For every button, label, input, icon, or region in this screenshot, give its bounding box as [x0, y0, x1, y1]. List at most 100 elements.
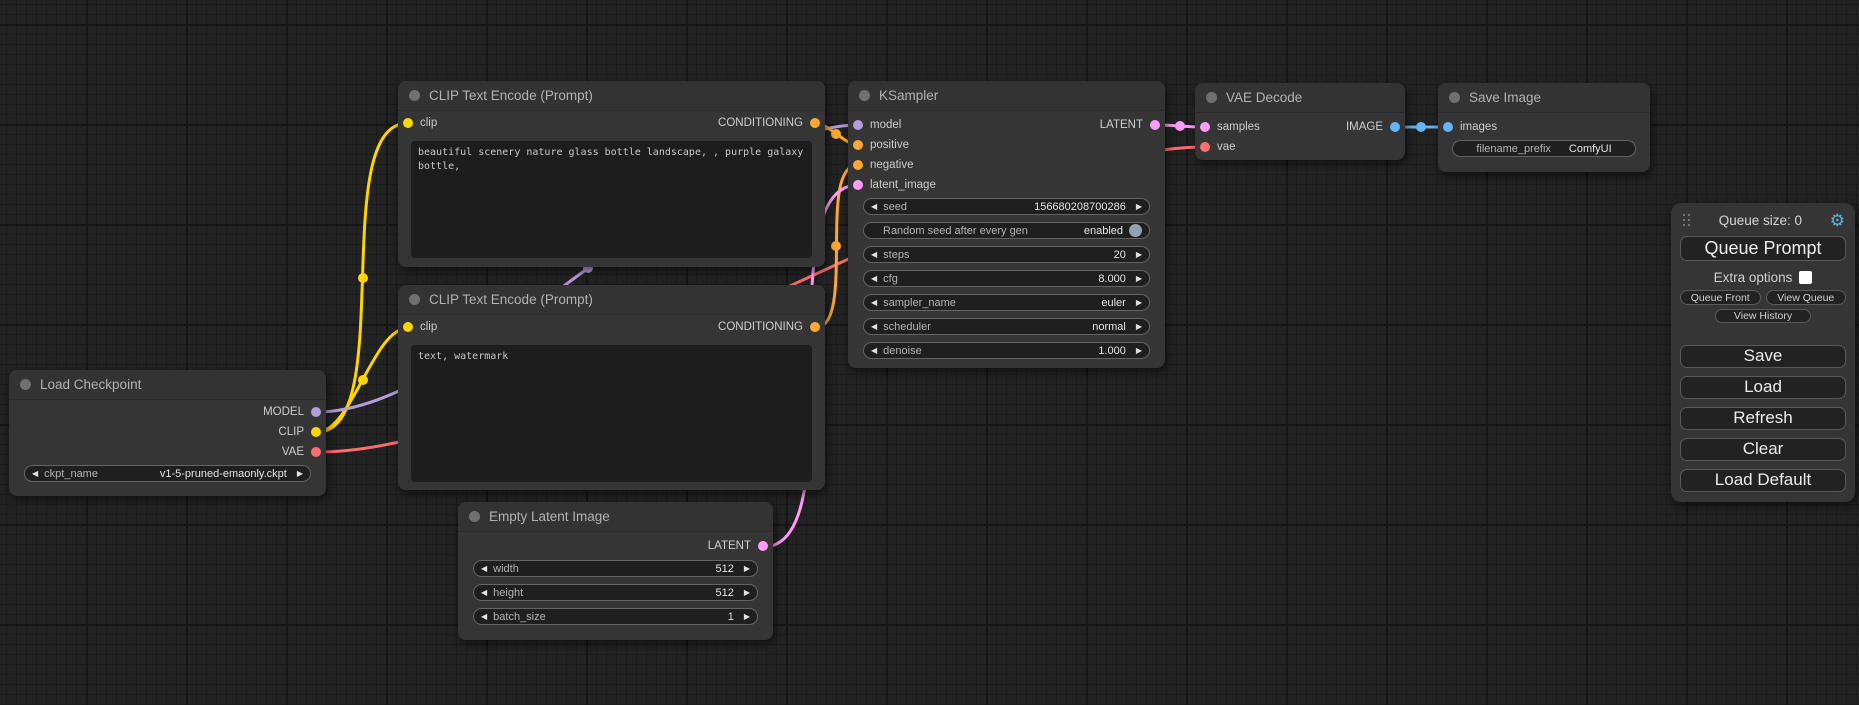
- stepper-right-icon[interactable]: ▶: [1136, 323, 1142, 331]
- node-titlebar[interactable]: CLIP Text Encode (Prompt): [398, 285, 825, 315]
- positive-input-port[interactable]: [853, 140, 863, 150]
- cfg-widget[interactable]: ◀ cfg 8.000 ▶: [863, 270, 1150, 287]
- positive-prompt-textarea[interactable]: beautiful scenery nature glass bottle la…: [411, 141, 812, 258]
- input-label-model: model: [870, 119, 901, 131]
- widget-label: cfg: [883, 273, 898, 285]
- settings-gear-icon[interactable]: ⚙: [1830, 212, 1845, 229]
- model-output-port[interactable]: [311, 407, 321, 417]
- node-vae-decode[interactable]: VAE Decode samples IMAGE vae: [1195, 83, 1405, 160]
- negative-prompt-textarea[interactable]: text, watermark: [411, 345, 812, 482]
- node-collapse-dot-icon[interactable]: [1449, 92, 1460, 103]
- stepper-left-icon[interactable]: ◀: [871, 299, 877, 307]
- vae-output-port[interactable]: [311, 447, 321, 457]
- clip-input-port[interactable]: [403, 118, 413, 128]
- stepper-left-icon[interactable]: ◀: [481, 565, 487, 573]
- widget-label: height: [493, 587, 523, 599]
- ckpt-name-widget[interactable]: ◀ ckpt_name v1-5-pruned-emaonly.ckpt ▶: [24, 465, 311, 482]
- stepper-right-icon[interactable]: ▶: [1136, 347, 1142, 355]
- stepper-left-icon[interactable]: ◀: [481, 589, 487, 597]
- link-midpoint-dot: [831, 241, 841, 251]
- images-input-port[interactable]: [1443, 122, 1453, 132]
- stepper-right-icon[interactable]: ▶: [1136, 275, 1142, 283]
- stepper-right-icon[interactable]: ▶: [744, 565, 750, 573]
- batch-size-widget[interactable]: ◀ batch_size 1 ▶: [473, 608, 758, 625]
- queue-prompt-button[interactable]: Queue Prompt: [1680, 236, 1846, 261]
- stepper-right-icon[interactable]: ▶: [744, 613, 750, 621]
- node-clip-text-encode-negative[interactable]: CLIP Text Encode (Prompt) clip CONDITION…: [398, 285, 825, 490]
- stepper-right-icon[interactable]: ▶: [1136, 203, 1142, 211]
- node-titlebar[interactable]: KSampler: [848, 81, 1165, 111]
- stepper-left-icon[interactable]: ◀: [481, 613, 487, 621]
- node-collapse-dot-icon[interactable]: [859, 90, 870, 101]
- output-label-model: MODEL: [263, 406, 304, 418]
- node-clip-text-encode-positive[interactable]: CLIP Text Encode (Prompt) clip CONDITION…: [398, 81, 825, 267]
- clear-button[interactable]: Clear: [1680, 438, 1846, 461]
- denoise-widget[interactable]: ◀ denoise 1.000 ▶: [863, 342, 1150, 359]
- stepper-left-icon[interactable]: ◀: [871, 347, 877, 355]
- node-collapse-dot-icon[interactable]: [20, 379, 31, 390]
- node-collapse-dot-icon[interactable]: [409, 294, 420, 305]
- conditioning-output-port[interactable]: [810, 322, 820, 332]
- widget-value: euler: [1101, 297, 1125, 309]
- node-load-checkpoint[interactable]: Load Checkpoint MODEL CLIP VAE ◀ ckpt_na…: [9, 370, 326, 496]
- latent-image-input-port[interactable]: [853, 180, 863, 190]
- view-history-button[interactable]: View History: [1715, 309, 1811, 323]
- input-label-samples: samples: [1217, 121, 1260, 133]
- image-output-port[interactable]: [1390, 122, 1400, 132]
- node-titlebar[interactable]: Empty Latent Image: [458, 502, 773, 532]
- stepper-right-icon[interactable]: ▶: [1136, 251, 1142, 259]
- widget-label: seed: [883, 201, 907, 213]
- queue-front-button[interactable]: Queue Front: [1680, 290, 1761, 305]
- sampler-name-widget[interactable]: ◀ sampler_name euler ▶: [863, 294, 1150, 311]
- vae-input-port[interactable]: [1200, 142, 1210, 152]
- model-input-port[interactable]: [853, 120, 863, 130]
- stepper-left-icon[interactable]: ◀: [871, 275, 877, 283]
- clip-input-port[interactable]: [403, 322, 413, 332]
- random-seed-toggle[interactable]: [1129, 224, 1142, 237]
- node-titlebar[interactable]: VAE Decode: [1195, 83, 1405, 113]
- load-default-button[interactable]: Load Default: [1680, 469, 1846, 492]
- latent-output-port[interactable]: [758, 541, 768, 551]
- node-title: CLIP Text Encode (Prompt): [429, 88, 593, 103]
- output-label-vae: VAE: [282, 446, 304, 458]
- seed-widget[interactable]: ◀ seed 156680208700286 ▶: [863, 198, 1150, 215]
- negative-input-port[interactable]: [853, 160, 863, 170]
- widget-value: v1-5-pruned-emaonly.ckpt: [160, 468, 287, 480]
- node-empty-latent-image[interactable]: Empty Latent Image LATENT ◀ width 512 ▶ …: [458, 502, 773, 640]
- stepper-right-icon[interactable]: ▶: [1136, 299, 1142, 307]
- stepper-left-icon[interactable]: ◀: [871, 251, 877, 259]
- node-collapse-dot-icon[interactable]: [469, 511, 480, 522]
- drag-handle-icon[interactable]: [1683, 214, 1691, 227]
- extra-options-checkbox[interactable]: [1799, 271, 1812, 284]
- samples-input-port[interactable]: [1200, 122, 1210, 132]
- node-titlebar[interactable]: Save Image: [1438, 83, 1650, 113]
- filename-prefix-widget[interactable]: filename_prefix ComfyUI: [1452, 140, 1636, 157]
- steps-widget[interactable]: ◀ steps 20 ▶: [863, 246, 1150, 263]
- view-queue-button[interactable]: View Queue: [1766, 290, 1847, 305]
- extra-options-label: Extra options: [1714, 270, 1793, 285]
- stepper-right-icon[interactable]: ▶: [744, 589, 750, 597]
- node-ksampler[interactable]: KSampler LATENT model positive negative …: [848, 81, 1165, 368]
- stepper-right-icon[interactable]: ▶: [297, 470, 303, 478]
- save-button[interactable]: Save: [1680, 345, 1846, 368]
- node-save-image[interactable]: Save Image images filename_prefix ComfyU…: [1438, 83, 1650, 172]
- stepper-left-icon[interactable]: ◀: [871, 323, 877, 331]
- refresh-button[interactable]: Refresh: [1680, 407, 1846, 430]
- link-midpoint-dot: [358, 273, 368, 283]
- clip-output-port[interactable]: [311, 427, 321, 437]
- height-widget[interactable]: ◀ height 512 ▶: [473, 584, 758, 601]
- random-seed-widget[interactable]: Random seed after every gen enabled: [863, 222, 1150, 239]
- comfyui-canvas: { "colors": { "model": "#B39DDB", "clip"…: [0, 0, 1859, 705]
- scheduler-widget[interactable]: ◀ scheduler normal ▶: [863, 318, 1150, 335]
- node-collapse-dot-icon[interactable]: [1206, 92, 1217, 103]
- conditioning-output-port[interactable]: [810, 118, 820, 128]
- stepper-left-icon[interactable]: ◀: [871, 203, 877, 211]
- node-collapse-dot-icon[interactable]: [409, 90, 420, 101]
- width-widget[interactable]: ◀ width 512 ▶: [473, 560, 758, 577]
- input-label-clip: clip: [420, 117, 437, 129]
- node-titlebar[interactable]: Load Checkpoint: [9, 370, 326, 400]
- load-button[interactable]: Load: [1680, 376, 1846, 399]
- node-titlebar[interactable]: CLIP Text Encode (Prompt): [398, 81, 825, 111]
- widget-label: batch_size: [493, 611, 546, 623]
- stepper-left-icon[interactable]: ◀: [32, 470, 38, 478]
